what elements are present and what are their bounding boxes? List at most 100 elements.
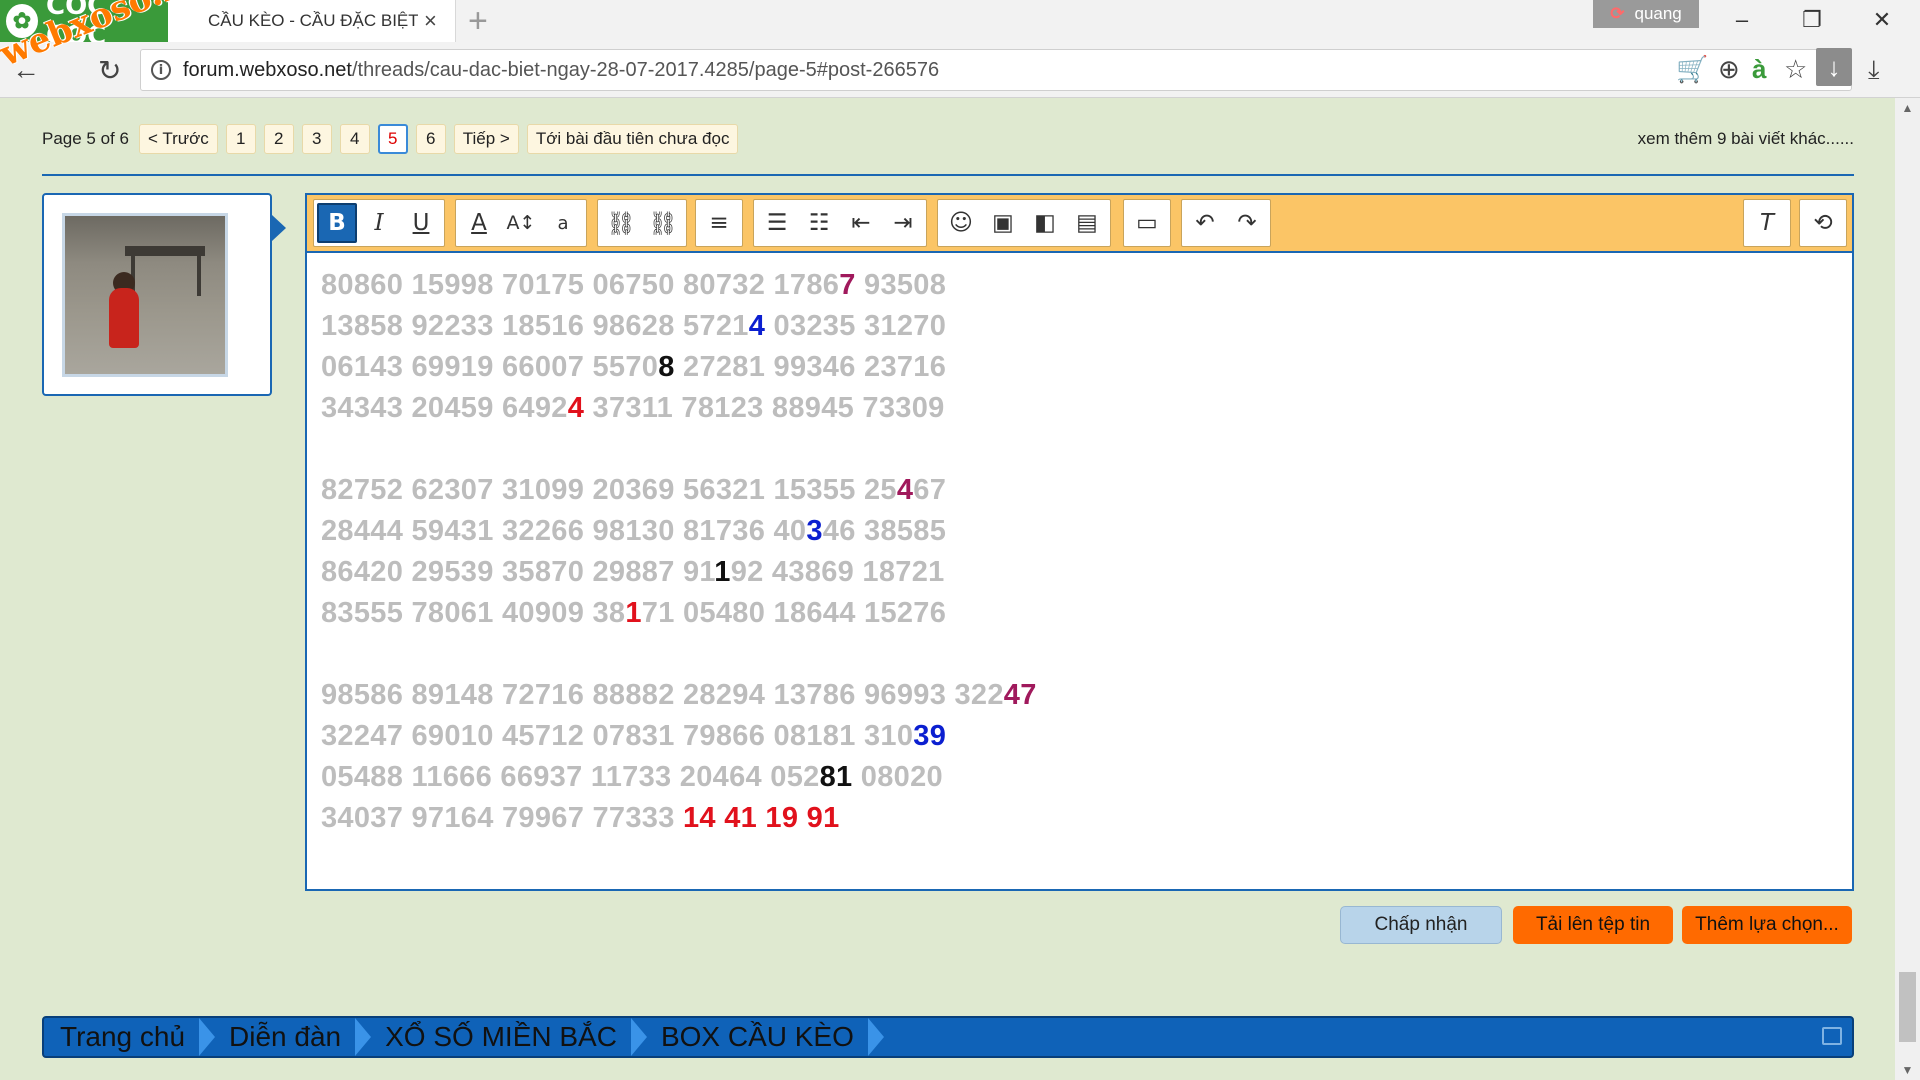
downloads-icon[interactable]: ⤓ bbox=[1868, 54, 1880, 86]
breadcrumb-forums[interactable]: Diễn đàn bbox=[229, 1021, 341, 1053]
user-name: quang bbox=[1634, 4, 1682, 23]
page-link-6[interactable]: 6 bbox=[415, 124, 446, 154]
font-size-button[interactable]: A↕ bbox=[501, 203, 541, 243]
new-tab-button[interactable]: + bbox=[468, 2, 488, 41]
breadcrumb-xsmb[interactable]: XỔ SỐ MIỀN BẮC bbox=[385, 1021, 617, 1053]
media-icon[interactable]: ◧ bbox=[1025, 203, 1065, 243]
reply-editor: B I U A A↕ a ⛓ ⛓ ≡ ☰ ☷ ⇤ ⇥ ☺ ▣ ◧ ▤ ▭ ↶ ↷… bbox=[305, 193, 1854, 891]
next-page-button[interactable]: Tiếp > bbox=[453, 124, 519, 154]
first-unread-button[interactable]: Tới bài đầu tiên chưa đọc bbox=[526, 124, 739, 154]
number-line: 28444 59431 32266 98130 81736 40346 3858… bbox=[321, 511, 1037, 552]
highlighted-digits: 1 bbox=[625, 597, 642, 629]
minimize-icon[interactable]: – bbox=[1722, 4, 1762, 36]
page-scrollbar[interactable]: ▲ ▼ bbox=[1895, 98, 1920, 1080]
number-text: 86420 29539 35870 29887 91 bbox=[321, 556, 715, 588]
url-field[interactable]: i forum.webxoso.net/threads/cau-dac-biet… bbox=[140, 49, 1852, 91]
breadcrumb-box-cau-keo[interactable]: BOX CẦU KÈO bbox=[661, 1021, 854, 1053]
numbered-list-icon[interactable]: ☷ bbox=[799, 203, 839, 243]
highlighted-digits: 3 bbox=[806, 515, 823, 547]
editor-toolbar: B I U A A↕ a ⛓ ⛓ ≡ ☰ ☷ ⇤ ⇥ ☺ ▣ ◧ ▤ ▭ ↶ ↷… bbox=[307, 195, 1852, 253]
number-line: 13858 92233 18516 98628 57214 03235 3127… bbox=[321, 306, 1037, 347]
highlighted-digits: 7 bbox=[839, 269, 856, 301]
page-link-5-current[interactable]: 5 bbox=[377, 124, 408, 154]
italic-button[interactable]: I bbox=[359, 203, 399, 243]
reload-icon[interactable]: ↻ bbox=[98, 54, 121, 87]
number-text: 92 43869 18721 bbox=[730, 556, 945, 588]
vietnamese-input-icon[interactable]: à bbox=[1752, 54, 1766, 85]
editor-content-area[interactable]: 80860 15998 70175 06750 80732 17867 9350… bbox=[321, 265, 1037, 839]
prev-page-button[interactable]: < Trước bbox=[138, 124, 218, 154]
undo-icon[interactable]: ↶ bbox=[1185, 203, 1225, 243]
number-line: 34343 20459 64924 37311 78123 88945 7330… bbox=[321, 388, 1037, 429]
indent-icon[interactable]: ⇥ bbox=[883, 203, 923, 243]
smiley-icon[interactable]: ☺ bbox=[941, 203, 981, 243]
window-toggle-icon[interactable] bbox=[1822, 1027, 1842, 1045]
text-style-group: B I U bbox=[313, 199, 445, 247]
page-link-1[interactable]: 1 bbox=[225, 124, 256, 154]
outdent-icon[interactable]: ⇤ bbox=[841, 203, 881, 243]
number-text: 83555 78061 40909 38 bbox=[321, 597, 626, 629]
save-draft-icon[interactable]: ▭ bbox=[1127, 203, 1167, 243]
highlighted-digits: 4 bbox=[748, 310, 766, 342]
number-text: 28444 59431 32266 98130 81736 40 bbox=[321, 515, 807, 547]
scroll-thumb[interactable] bbox=[1899, 972, 1916, 1042]
remove-format-icon[interactable]: T bbox=[1747, 203, 1787, 243]
image-icon[interactable]: ▣ bbox=[983, 203, 1023, 243]
font-family-button[interactable]: a bbox=[543, 203, 583, 243]
tab-close-icon[interactable]: × bbox=[424, 8, 437, 34]
highlighted-digits: 8 bbox=[658, 351, 675, 383]
page-navigation: Page 5 of 6 < Trước 1 2 3 4 5 6 Tiếp > T… bbox=[42, 124, 739, 154]
bookmark-star-icon[interactable]: ☆ bbox=[1784, 54, 1807, 85]
highlighted-digits: 4 bbox=[567, 392, 585, 424]
close-window-icon[interactable]: ✕ bbox=[1862, 4, 1902, 36]
number-text: 98586 89148 72716 88882 28294 13786 9699… bbox=[321, 679, 1004, 711]
breadcrumb-arrow-icon bbox=[355, 1018, 372, 1056]
zoom-icon[interactable]: ⊕ bbox=[1718, 54, 1740, 85]
site-info-icon[interactable]: i bbox=[151, 60, 171, 80]
user-profile-badge[interactable]: ⟳ quang bbox=[1593, 0, 1699, 28]
toggle-bbcode-icon[interactable]: ⟲ bbox=[1803, 203, 1843, 243]
page-link-2[interactable]: 2 bbox=[263, 124, 294, 154]
more-posts-link[interactable]: xem thêm 9 bài viết khác...... bbox=[1638, 129, 1854, 149]
page-link-3[interactable]: 3 bbox=[301, 124, 332, 154]
number-text: 27281 99346 23716 bbox=[674, 351, 947, 383]
number-text: 82752 62307 31099 20369 56321 15355 25 bbox=[321, 474, 897, 506]
number-line: 80860 15998 70175 06750 80732 17867 9350… bbox=[321, 265, 1037, 306]
accept-button[interactable]: Chấp nhận bbox=[1340, 906, 1502, 944]
breadcrumb-arrow-icon bbox=[630, 1018, 647, 1056]
download-page-icon[interactable]: ↓ bbox=[1816, 48, 1852, 86]
more-options-button[interactable]: Thêm lựa chọn... bbox=[1682, 906, 1852, 944]
url-path: /threads/cau-dac-biet-ngay-28-07-2017.42… bbox=[351, 58, 940, 81]
align-icon[interactable]: ≡ bbox=[699, 203, 739, 243]
page-link-4[interactable]: 4 bbox=[339, 124, 370, 154]
link-icon[interactable]: ⛓ bbox=[601, 203, 641, 243]
number-text: 93508 bbox=[855, 269, 947, 301]
avatar[interactable] bbox=[62, 213, 228, 377]
restore-icon[interactable]: ❐ bbox=[1792, 4, 1832, 36]
list-group: ☰ ☷ ⇤ ⇥ bbox=[753, 199, 927, 247]
number-text: 34037 97164 79967 77333 bbox=[321, 802, 683, 834]
number-line: 32247 69010 45712 07831 79866 08181 3103… bbox=[321, 716, 1037, 757]
unlink-icon[interactable]: ⛓ bbox=[643, 203, 683, 243]
number-text: 05488 11666 66937 11733 20464 052 bbox=[321, 761, 820, 793]
number-line: 98586 89148 72716 88882 28294 13786 9699… bbox=[321, 675, 1037, 716]
bold-button[interactable]: B bbox=[317, 203, 357, 243]
underline-button[interactable]: U bbox=[401, 203, 441, 243]
scroll-up-icon[interactable]: ▲ bbox=[1895, 98, 1920, 118]
quote-icon[interactable]: ▤ bbox=[1067, 203, 1107, 243]
number-text: 71 05480 18644 15276 bbox=[641, 597, 947, 629]
browser-tab-active[interactable]: CẦU KÈO - CẦU ĐẶC BIỆT × bbox=[168, 0, 456, 42]
redo-icon[interactable]: ↷ bbox=[1227, 203, 1267, 243]
breadcrumb-home[interactable]: Trang chủ bbox=[60, 1021, 185, 1053]
scroll-down-icon[interactable]: ▼ bbox=[1895, 1060, 1920, 1080]
bullet-list-icon[interactable]: ☰ bbox=[757, 203, 797, 243]
shopping-cart-icon[interactable]: 🛒 bbox=[1676, 54, 1708, 85]
highlighted-digits: 47 bbox=[1003, 679, 1037, 711]
tab-title: CẦU KÈO - CẦU ĐẶC BIỆT bbox=[208, 11, 418, 30]
source-group: ⟲ bbox=[1799, 199, 1847, 247]
number-text: 46 38585 bbox=[822, 515, 947, 547]
number-text: 37311 78123 88945 73309 bbox=[584, 392, 945, 424]
font-color-button[interactable]: A bbox=[459, 203, 499, 243]
upload-file-button[interactable]: Tải lên tệp tin bbox=[1513, 906, 1673, 944]
